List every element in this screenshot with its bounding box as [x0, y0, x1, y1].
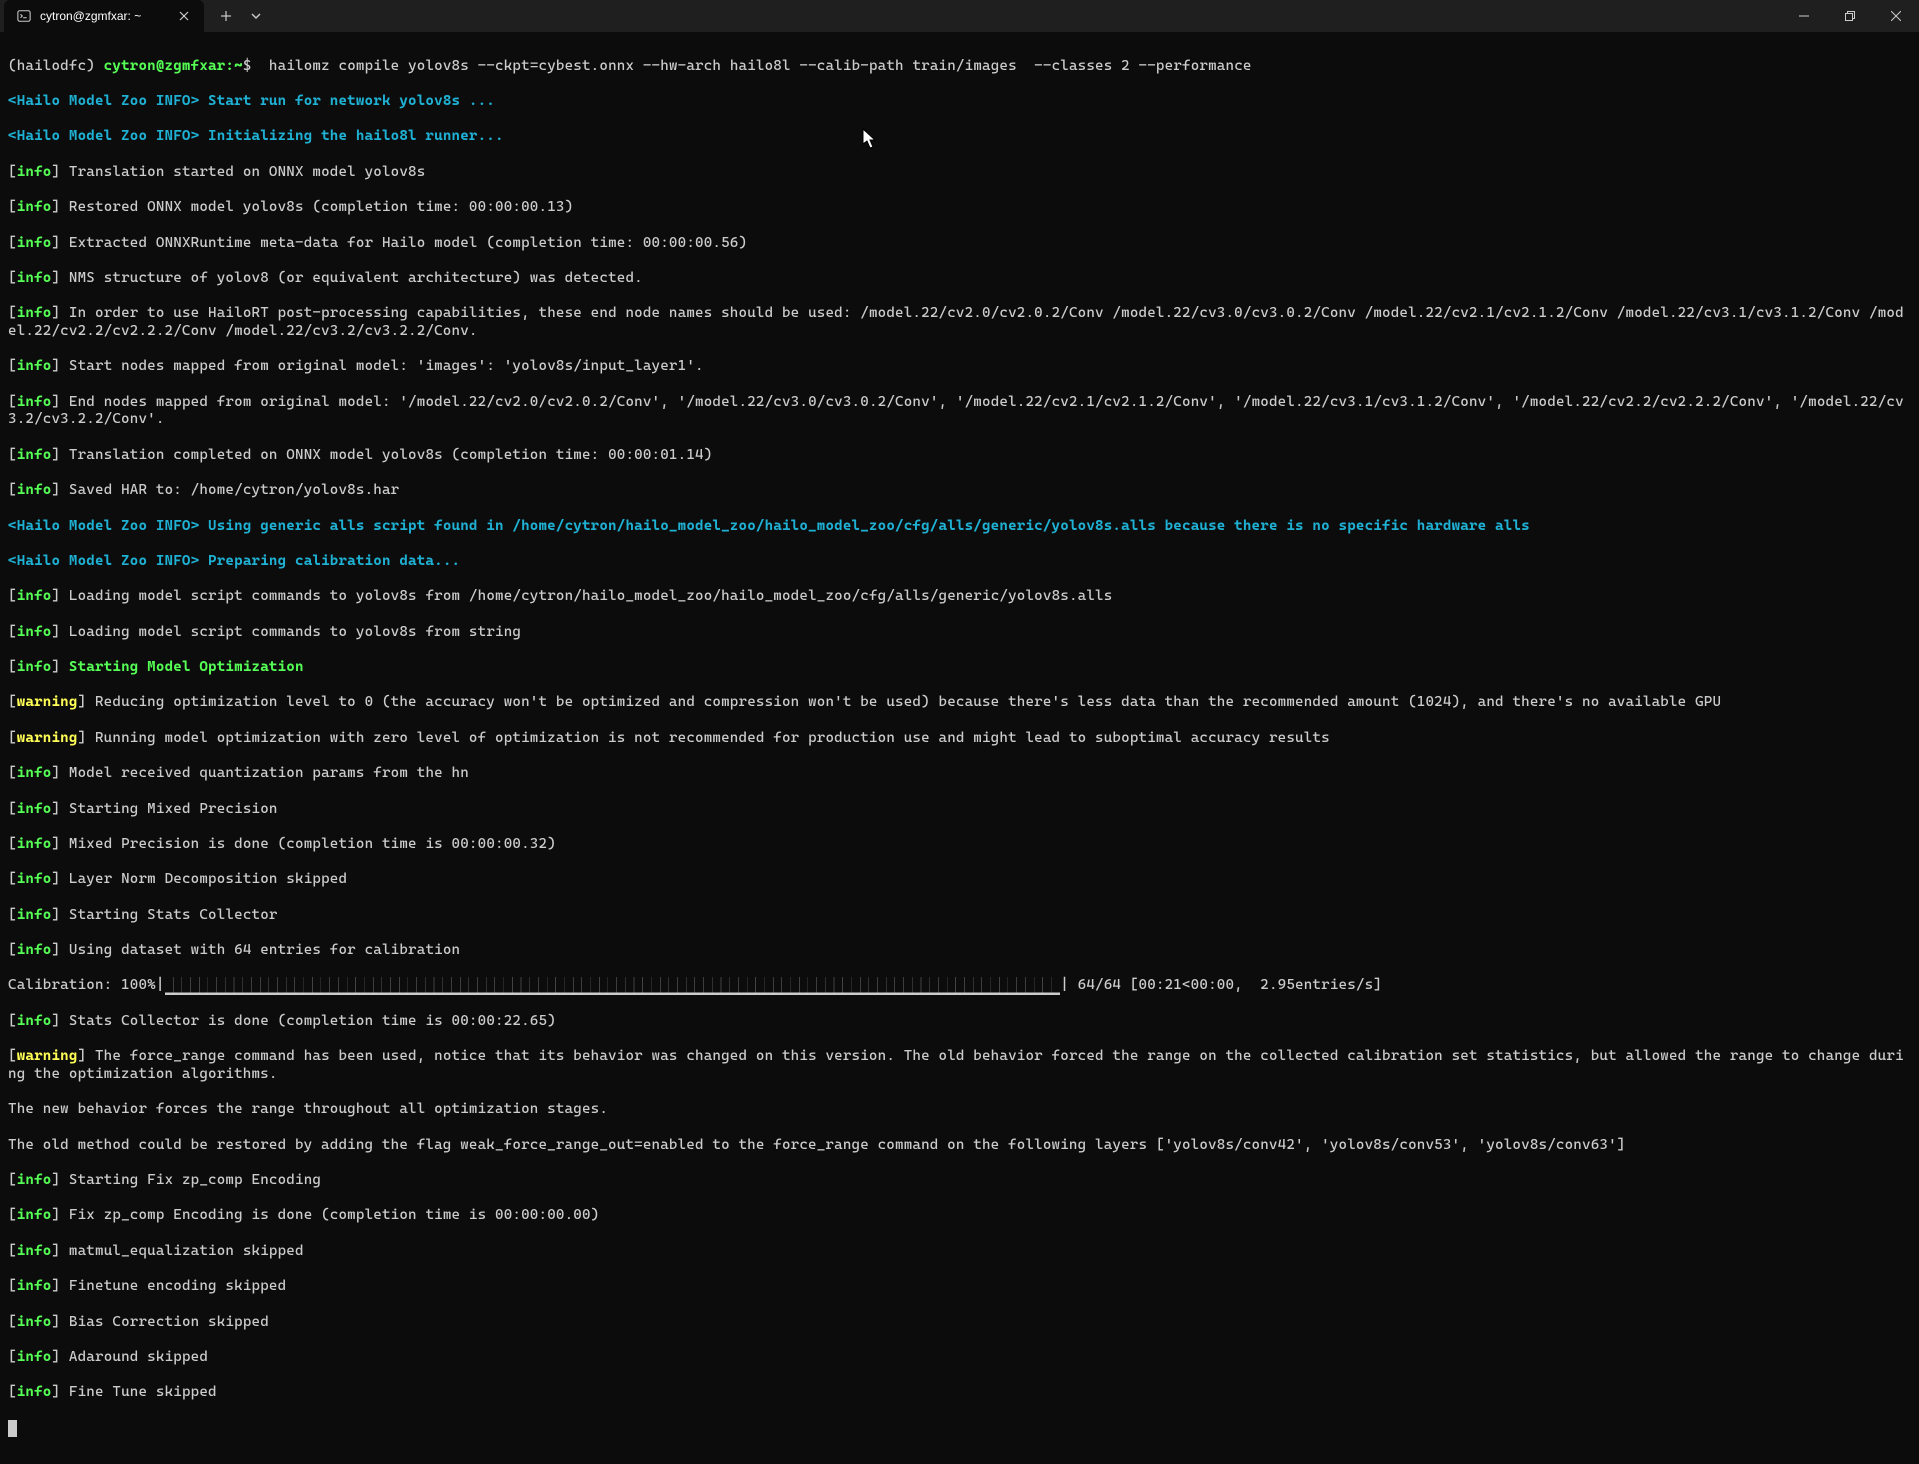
text-cursor [8, 1420, 17, 1437]
info-tag: info [17, 801, 52, 817]
info-tag: info [17, 624, 52, 640]
log-line: [info] Saved HAR to: /home/cytron/yolov8… [8, 482, 1911, 500]
log-line: [info] Restored ONNX model yolov8s (comp… [8, 199, 1911, 217]
log-line: [warning] Reducing optimization level to… [8, 694, 1911, 712]
hmz-tag: <Hailo Model Zoo INFO> [8, 93, 199, 109]
log-line: [info] Extracted ONNXRuntime meta-data f… [8, 235, 1911, 253]
info-tag: info [17, 235, 52, 251]
log-line: <Hailo Model Zoo INFO> Initializing the … [8, 128, 1911, 146]
log-line: [info] Start nodes mapped from original … [8, 358, 1911, 376]
log-line: [info] Stats Collector is done (completi… [8, 1013, 1911, 1031]
progress-bar: ████████████████████████████████████████… [165, 977, 1061, 995]
log-line: [info] Translation started on ONNX model… [8, 164, 1911, 182]
log-line: [info] Layer Norm Decomposition skipped [8, 871, 1911, 889]
info-tag: info [17, 836, 52, 852]
new-tab-button[interactable] [210, 4, 242, 28]
log-line: [info] In order to use HailoRT post-proc… [8, 305, 1911, 340]
cursor-line [8, 1420, 1911, 1439]
titlebar: cytron@zgmfxar: ~ [0, 0, 1919, 32]
progress-line: Calibration: 100%|██████████████████████… [8, 977, 1911, 995]
hmz-tag: <Hailo Model Zoo INFO> [8, 553, 199, 569]
info-tag: info [17, 765, 52, 781]
terminal-output[interactable]: (hailodfc) cytron@zgmfxar:~$ hailomz com… [0, 32, 1919, 1464]
log-line: [info] Fix zp_comp Encoding is done (com… [8, 1207, 1911, 1225]
info-tag: info [17, 1314, 52, 1330]
info-tag: info [17, 164, 52, 180]
warning-tag: warning [17, 1048, 78, 1064]
close-window-button[interactable] [1873, 0, 1919, 32]
optimization-start: Starting Model Optimization [69, 659, 304, 675]
log-line: [warning] The force_range command has be… [8, 1048, 1911, 1083]
info-tag: info [17, 1013, 52, 1029]
log-line: [info] Mixed Precision is done (completi… [8, 836, 1911, 854]
info-tag: info [17, 1172, 52, 1188]
log-line: [info] Loading model script commands to … [8, 624, 1911, 642]
warning-tag: warning [17, 694, 78, 710]
profile-dropdown-button[interactable] [244, 4, 268, 28]
hmz-tag: <Hailo Model Zoo INFO> [8, 518, 199, 534]
info-tag: info [17, 1384, 52, 1400]
info-tag: info [17, 305, 52, 321]
log-line: [info] End nodes mapped from original mo… [8, 394, 1911, 429]
info-tag: info [17, 199, 52, 215]
tab-close-button[interactable] [176, 8, 192, 24]
log-line: The new behavior forces the range throug… [8, 1101, 1911, 1119]
log-line: [info] Starting Stats Collector [8, 907, 1911, 925]
log-line: <Hailo Model Zoo INFO> Using generic all… [8, 518, 1911, 536]
window-controls [1781, 0, 1919, 32]
log-line: [info] Model received quantization param… [8, 765, 1911, 783]
prompt-userhost: cytron@zgmfxar:~ [104, 58, 243, 74]
log-line: <Hailo Model Zoo INFO> Start run for net… [8, 93, 1911, 111]
info-tag: info [17, 447, 52, 463]
info-tag: info [17, 270, 52, 286]
info-tag: info [17, 942, 52, 958]
info-tag: info [17, 588, 52, 604]
log-line: [info] Starting Fix zp_comp Encoding [8, 1172, 1911, 1190]
info-tag: info [17, 482, 52, 498]
log-line: [info] Adaround skipped [8, 1349, 1911, 1367]
log-line: [info] Bias Correction skipped [8, 1314, 1911, 1332]
log-line: The old method could be restored by addi… [8, 1137, 1911, 1155]
warning-tag: warning [17, 730, 78, 746]
info-tag: info [17, 871, 52, 887]
info-tag: info [17, 358, 52, 374]
command-text: hailomz compile yolov8s --ckpt=cybest.on… [260, 58, 1251, 74]
prompt-line: (hailodfc) cytron@zgmfxar:~$ hailomz com… [8, 58, 1911, 76]
hmz-tag: <Hailo Model Zoo INFO> [8, 128, 199, 144]
log-line: [info] Loading model script commands to … [8, 588, 1911, 606]
log-line: [info] Using dataset with 64 entries for… [8, 942, 1911, 960]
calibration-stats: | 64/64 [00:21<00:00, 2.95entries/s] [1060, 977, 1382, 993]
info-tag: info [17, 1278, 52, 1294]
venv-name: (hailodfc) [8, 58, 95, 74]
log-line: [info] Finetune encoding skipped [8, 1278, 1911, 1296]
info-tag: info [17, 907, 52, 923]
tab-title: cytron@zgmfxar: ~ [40, 9, 168, 23]
minimize-button[interactable] [1781, 0, 1827, 32]
log-line: <Hailo Model Zoo INFO> Preparing calibra… [8, 553, 1911, 571]
log-line: [info] Fine Tune skipped [8, 1384, 1911, 1402]
log-line: [info] Starting Model Optimization [8, 659, 1911, 677]
info-tag: info [17, 1207, 52, 1223]
log-line: [warning] Running model optimization wit… [8, 730, 1911, 748]
prompt-symbol: $ [243, 58, 252, 74]
maximize-button[interactable] [1827, 0, 1873, 32]
calibration-label: Calibration: 100%| [8, 977, 165, 993]
info-tag: info [17, 1349, 52, 1365]
info-tag: info [17, 1243, 52, 1259]
log-line: [info] Starting Mixed Precision [8, 801, 1911, 819]
log-line: [info] Translation completed on ONNX mod… [8, 447, 1911, 465]
terminal-icon [16, 8, 32, 24]
log-line: [info] matmul_equalization skipped [8, 1243, 1911, 1261]
info-tag: info [17, 659, 52, 675]
info-tag: info [17, 394, 52, 410]
tab-active[interactable]: cytron@zgmfxar: ~ [4, 0, 204, 32]
log-line: [info] NMS structure of yolov8 (or equiv… [8, 270, 1911, 288]
